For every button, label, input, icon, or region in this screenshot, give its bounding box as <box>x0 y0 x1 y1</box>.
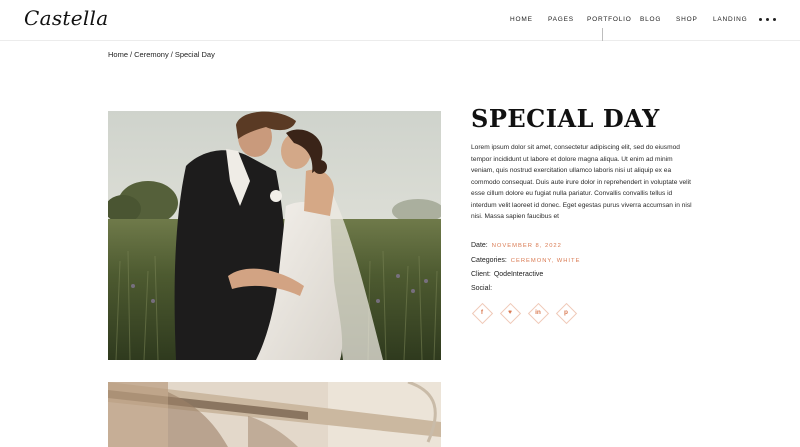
nav-item-shop[interactable]: SHOP <box>676 16 698 23</box>
venue-architecture-photo[interactable] <box>108 382 441 447</box>
date-label: Date: <box>471 242 488 249</box>
project-title: SPECIAL DAY <box>471 104 660 133</box>
wedding-couple-photo[interactable] <box>108 111 441 360</box>
categories-label: Categories: <box>471 257 507 264</box>
breadcrumb: Home / Ceremony / Special Day <box>108 50 215 59</box>
pinterest-icon[interactable]: p <box>555 302 577 324</box>
breadcrumb-ceremony[interactable]: Ceremony <box>134 50 169 59</box>
twitter-icon[interactable]: ♥ <box>499 302 521 324</box>
more-menu-icon[interactable] <box>759 15 777 23</box>
nav-active-indicator <box>602 28 603 41</box>
site-header: Castella HOME PAGES PORTFOLIO BLOG SHOP … <box>0 0 800 41</box>
project-date-row: Date: November 8, 2022 <box>471 242 562 249</box>
nav-item-landing[interactable]: LANDING <box>713 16 748 23</box>
nav-item-blog[interactable]: BLOG <box>640 16 661 23</box>
social-label: Social: <box>471 285 493 292</box>
categories-value[interactable]: Ceremony, White <box>511 258 581 264</box>
breadcrumb-home[interactable]: Home <box>108 50 128 59</box>
facebook-icon[interactable]: f <box>471 302 493 324</box>
nav-item-portfolio[interactable]: PORTFOLIO <box>587 16 632 23</box>
nav-item-pages[interactable]: PAGES <box>548 16 574 23</box>
client-label: Client: <box>471 271 491 278</box>
project-description: Lorem ipsum dolor sit amet, consectetur … <box>471 144 692 220</box>
project-categories-row: Categories: Ceremony, White <box>471 257 580 264</box>
project-social-row: Social: <box>471 285 492 292</box>
wedding-couple-illustration <box>108 111 441 360</box>
linkedin-icon[interactable]: in <box>527 302 549 324</box>
social-share-icons: f ♥ in p <box>471 302 581 324</box>
nav-item-home[interactable]: HOME <box>510 16 533 23</box>
site-logo[interactable]: Castella <box>24 6 108 30</box>
date-value: November 8, 2022 <box>491 243 562 249</box>
venue-architecture-illustration <box>108 382 441 447</box>
breadcrumb-current: Special Day <box>174 50 215 59</box>
client-value: QodeInteractive <box>493 271 544 278</box>
project-client-row: Client: QodeInteractive <box>471 271 543 278</box>
